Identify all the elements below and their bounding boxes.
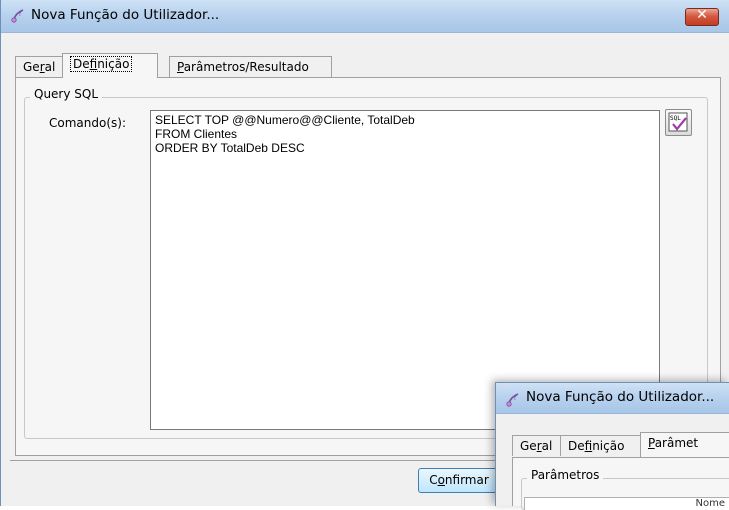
window-title: Nova Função do Utilizador... — [31, 7, 220, 23]
sql-check-button[interactable]: SQL — [665, 109, 692, 136]
tab-label: al — [541, 439, 553, 453]
app-icon: f — [506, 393, 519, 407]
tab-accel: P — [177, 60, 184, 74]
tab-label: inição — [592, 439, 625, 453]
confirm-button[interactable]: Confirmar — [418, 468, 500, 493]
button-accel: o — [437, 473, 445, 487]
title-bar[interactable]: f Nova Função do Utilizador... ✕ — [1, 0, 729, 33]
tab-label: arâmet — [654, 436, 699, 450]
tab-label: Ge — [23, 60, 40, 74]
command-label: Comando(s): — [49, 116, 126, 130]
column-header-nome: Nome — [695, 498, 726, 509]
second-dialog: f Nova Função do Utilizador... Geral Def… — [495, 382, 729, 510]
svg-text:f: f — [514, 395, 517, 402]
tab-geral[interactable]: Geral — [15, 56, 64, 77]
sql-check-icon: SQL — [668, 112, 688, 132]
tab-definicao[interactable]: Definição — [62, 53, 158, 78]
button-label: nfirmar — [444, 473, 489, 487]
command-line: SELECT TOP @@Numero@@Cliente, TotalDeb — [155, 113, 415, 127]
group-title: Query SQL — [30, 87, 103, 101]
svg-text:f: f — [19, 11, 22, 18]
tab-geral[interactable]: Geral — [512, 435, 562, 456]
command-line: FROM Clientes — [155, 127, 238, 141]
tab-definicao[interactable]: Definição — [560, 435, 642, 456]
tab-parametros[interactable]: Parâmet — [640, 432, 729, 457]
tab-focus-label: Definição — [70, 56, 133, 72]
tab-label: inição — [97, 57, 130, 71]
tab-label: Ge — [520, 439, 537, 453]
close-icon: ✕ — [696, 7, 708, 23]
close-button[interactable]: ✕ — [685, 7, 719, 26]
tab-accel: P — [648, 436, 655, 450]
tab-label: De — [568, 439, 585, 453]
button-label: C — [429, 473, 438, 487]
group-title: Parâmetros — [527, 468, 604, 482]
tab-label: De — [73, 57, 90, 71]
tab-label: arâmetros/Resultado — [183, 60, 309, 74]
command-line: ORDER BY TotalDeb DESC — [155, 141, 305, 155]
app-icon: f — [11, 9, 24, 23]
window-title: Nova Função do Utilizador... — [526, 389, 715, 405]
parameters-grid-header: Nome — [524, 497, 729, 510]
tab-label: al — [44, 60, 56, 74]
sql-icon-text: SQL — [670, 115, 681, 122]
tab-parametros-resultado[interactable]: Parâmetros/Resultado — [169, 56, 332, 77]
title-bar[interactable]: f Nova Função do Utilizador... — [496, 383, 729, 414]
